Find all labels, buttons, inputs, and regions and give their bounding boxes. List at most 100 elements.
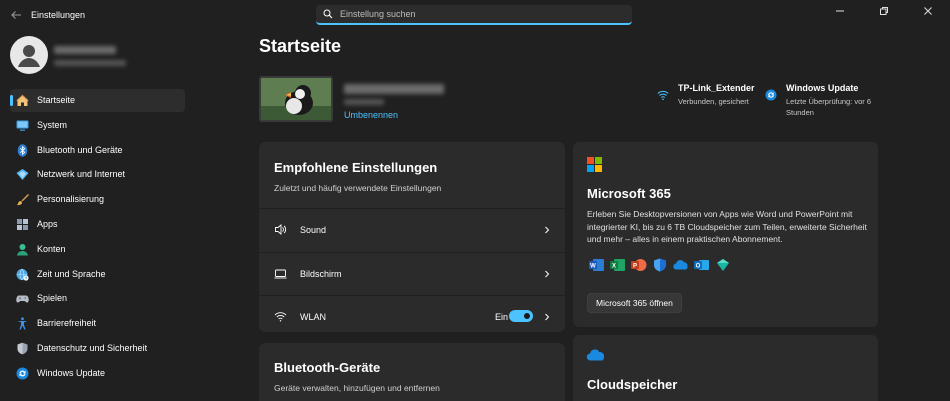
defender-icon xyxy=(654,258,666,272)
wlan-toggle-state: Ein xyxy=(494,312,508,322)
sidebar-item-netzwerk[interactable]: Netzwerk und Internet xyxy=(10,163,185,186)
recommended-settings-subtitle: Zuletzt und häufig verwendete Einstellun… xyxy=(274,183,442,193)
redacted-device-name xyxy=(344,84,444,94)
powerpoint-icon: P xyxy=(631,259,647,271)
shield-icon xyxy=(17,342,28,355)
accessibility-icon xyxy=(17,317,28,330)
system-icon xyxy=(16,120,29,131)
wlan-row[interactable]: WLAN Ein xyxy=(259,296,565,338)
time-language-icon xyxy=(16,268,29,281)
bluetooth-devices-subtitle: Geräte verwalten, hinzufügen und entfern… xyxy=(274,383,440,393)
windows-update-icon xyxy=(765,89,777,101)
puffin-wallpaper-image xyxy=(261,78,331,120)
sound-label: Sound xyxy=(300,225,327,235)
sidebar-item-label: Startseite xyxy=(37,95,76,105)
wifi-icon xyxy=(657,90,669,101)
chevron-right-icon xyxy=(545,226,550,234)
microsoft-logo-icon xyxy=(587,157,602,172)
sidebar-item-spielen[interactable]: Spielen xyxy=(10,287,185,310)
microsoft-365-title: Microsoft 365 xyxy=(587,186,671,201)
sidebar-item-apps[interactable]: Apps xyxy=(10,213,185,236)
sidebar-item-system[interactable]: System xyxy=(10,114,185,137)
open-microsoft-365-button[interactable]: Microsoft 365 öffnen xyxy=(587,293,682,313)
microsoft-365-card: Microsoft 365 Erleben Sie Desktopversion… xyxy=(573,142,878,327)
sidebar-item-label: Datenschutz und Sicherheit xyxy=(37,342,148,353)
wlan-toggle[interactable] xyxy=(509,310,533,322)
recommended-settings-card: Empfohlene Einstellungen Zuletzt und häu… xyxy=(259,142,565,332)
sidebar-item-label: System xyxy=(37,119,68,130)
chevron-right-icon xyxy=(545,270,550,278)
window-controls xyxy=(818,0,950,22)
display-label: Bildschirm xyxy=(300,269,342,279)
sidebar-item-startseite[interactable]: Startseite xyxy=(10,89,185,112)
rename-link[interactable]: Umbenennen xyxy=(344,110,398,120)
sidebar-nav: Startseite System Bluetooth und Geräte N… xyxy=(10,89,185,387)
sidebar-item-barrierefreiheit[interactable]: Barrierefreiheit xyxy=(10,312,185,335)
microsoft-365-app-icons: W X P O xyxy=(589,258,731,272)
sound-row[interactable]: Sound xyxy=(259,209,565,251)
wlan-label: WLAN xyxy=(300,312,327,322)
redacted-email xyxy=(54,60,126,66)
sidebar-item-label: Netzwerk und Internet xyxy=(37,169,126,180)
svg-text:X: X xyxy=(612,264,616,270)
app-title: Einstellungen xyxy=(31,10,86,20)
device-wallpaper-thumbnail xyxy=(259,76,333,122)
sidebar-item-label: Spielen xyxy=(37,293,68,304)
brush-icon xyxy=(16,194,29,206)
onedrive-icon xyxy=(673,260,688,270)
close-icon xyxy=(924,7,932,15)
redacted-username xyxy=(54,46,116,54)
title-bar: Einstellungen xyxy=(0,0,950,32)
chevron-right-icon[interactable] xyxy=(543,311,551,323)
close-button[interactable] xyxy=(906,0,950,22)
cloud-storage-card: Cloudspeicher xyxy=(573,335,878,401)
onedrive-cloud-icon xyxy=(586,349,605,361)
sidebar-item-label: Personalisierung xyxy=(37,194,105,205)
sidebar-item-konten[interactable]: Konten xyxy=(10,238,185,261)
minimize-button[interactable] xyxy=(818,0,862,22)
home-icon xyxy=(16,94,29,106)
back-arrow-icon[interactable] xyxy=(10,9,24,23)
gaming-icon xyxy=(16,295,29,303)
word-icon: W xyxy=(589,259,604,271)
search-icon xyxy=(323,9,333,19)
excel-icon: X xyxy=(610,259,625,271)
search-input[interactable] xyxy=(340,7,620,21)
cloud-storage-title: Cloudspeicher xyxy=(587,377,678,392)
bluetooth-devices-card[interactable]: Bluetooth-Geräte Geräte verwalten, hinzu… xyxy=(259,343,565,401)
sidebar-item-bluetooth[interactable]: Bluetooth und Geräte xyxy=(10,139,185,162)
outlook-icon: O xyxy=(694,260,709,270)
network-icon xyxy=(16,169,29,181)
bluetooth-icon xyxy=(17,143,28,157)
sidebar: Startseite System Bluetooth und Geräte N… xyxy=(0,32,195,401)
wifi-icon xyxy=(274,312,287,322)
bluetooth-devices-title: Bluetooth-Geräte xyxy=(274,360,381,375)
display-row[interactable]: Bildschirm xyxy=(259,253,565,295)
sidebar-item-label: Konten xyxy=(37,243,66,254)
sidebar-item-label: Apps xyxy=(37,218,58,229)
svg-text:P: P xyxy=(633,264,637,270)
search-box[interactable] xyxy=(316,5,632,25)
sidebar-item-label: Windows Update xyxy=(37,367,106,378)
accounts-icon xyxy=(17,243,28,256)
svg-text:O: O xyxy=(696,264,701,270)
clipchamp-icon xyxy=(717,259,729,271)
page-title: Startseite xyxy=(259,36,342,56)
network-name: TP-Link_Extender xyxy=(678,83,755,93)
sidebar-item-windows-update[interactable]: Windows Update xyxy=(10,362,185,385)
redacted-device-model xyxy=(344,99,384,105)
maximize-button[interactable] xyxy=(862,0,906,22)
sidebar-item-label: Barrierefreiheit xyxy=(37,318,97,329)
sidebar-item-datenschutz[interactable]: Datenschutz und Sicherheit xyxy=(10,337,185,360)
sidebar-item-zeit-sprache[interactable]: Zeit und Sprache xyxy=(10,263,185,286)
sidebar-item-personalisierung[interactable]: Personalisierung xyxy=(10,188,185,211)
apps-icon xyxy=(17,218,28,230)
monitor-icon xyxy=(274,269,287,279)
sidebar-item-label: Zeit und Sprache xyxy=(37,268,106,279)
toggle-knob xyxy=(524,313,530,319)
recommended-settings-title: Empfohlene Einstellungen xyxy=(274,160,438,175)
windows-update-last-check: Letzte Überprüfung: vor 6 Stunden xyxy=(786,97,872,117)
windows-update-icon xyxy=(16,367,29,380)
restore-icon xyxy=(880,7,888,15)
avatar[interactable] xyxy=(10,36,48,74)
